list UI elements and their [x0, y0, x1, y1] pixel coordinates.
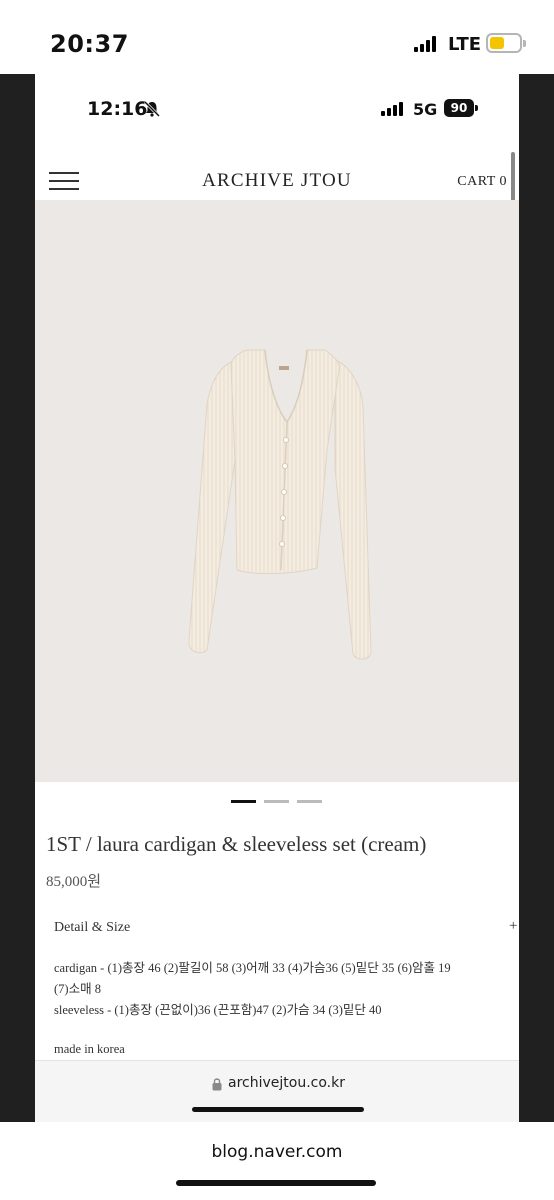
inner-network-type: 5G — [413, 100, 438, 119]
detail-expand-toggle[interactable]: + — [509, 918, 517, 935]
browser-url-text[interactable]: archivejtou.co.kr — [228, 1075, 345, 1091]
outer-clock: 20:37 — [50, 30, 129, 58]
inner-screenshot: 12:16 5G 90 ARCHIVE JTOU CART 0 1ST / la… — [35, 74, 519, 1122]
signal-icon — [414, 36, 438, 52]
scrollbar[interactable] — [511, 152, 515, 204]
product-title: 1ST / laura cardigan & sleeveless set (c… — [46, 832, 427, 856]
inner-battery-nub — [475, 105, 478, 111]
cardigan-photo — [188, 349, 372, 660]
bell-slash-icon — [143, 100, 161, 118]
browser-url-bar[interactable]: archivejtou.co.kr — [35, 1060, 519, 1122]
site-header: ARCHIVE JTOU CART 0 — [35, 154, 519, 200]
inner-home-indicator — [192, 1107, 364, 1112]
left-border — [0, 74, 35, 1122]
pagination-dot-3[interactable] — [297, 800, 322, 803]
network-type: LTE — [448, 34, 482, 55]
image-pagination — [231, 800, 325, 804]
detail-size-heading[interactable]: Detail & Size — [54, 920, 130, 936]
lock-icon — [212, 1078, 222, 1091]
cart-link[interactable]: CART 0 — [457, 174, 507, 190]
made-in-text: made in korea — [54, 1042, 125, 1056]
inner-signal-icon — [381, 102, 405, 116]
product-price: 85,000원 — [46, 874, 102, 890]
cardigan-size-line: cardigan - (1)총장 46 (2)팔길이 58 (3)어깨 33 (… — [54, 961, 451, 975]
cardigan-size-line-2: (7)소매 8 — [54, 982, 101, 996]
battery-icon — [486, 33, 526, 53]
product-image[interactable] — [35, 200, 519, 782]
inner-battery-icon: 90 — [444, 99, 474, 117]
inner-clock: 12:16 — [87, 98, 148, 120]
outer-status-bar: 20:37 LTE — [0, 0, 554, 74]
pagination-dot-2[interactable] — [264, 800, 289, 803]
sleeveless-size-line: sleeveless - (1)총장 (끈없이)36 (끈포함)47 (2)가슴… — [54, 1003, 382, 1017]
inner-status-bar: 12:16 5G 90 — [35, 74, 519, 154]
right-border — [519, 74, 554, 1122]
home-indicator — [176, 1180, 376, 1186]
pagination-dot-1[interactable] — [231, 800, 256, 803]
detail-size-body: cardigan - (1)총장 46 (2)팔길이 58 (3)어깨 33 (… — [54, 958, 514, 1021]
outer-url-text[interactable]: blog.naver.com — [0, 1142, 554, 1162]
site-logo[interactable]: ARCHIVE JTOU — [35, 170, 519, 192]
outer-browser-footer: blog.naver.com — [0, 1122, 554, 1200]
